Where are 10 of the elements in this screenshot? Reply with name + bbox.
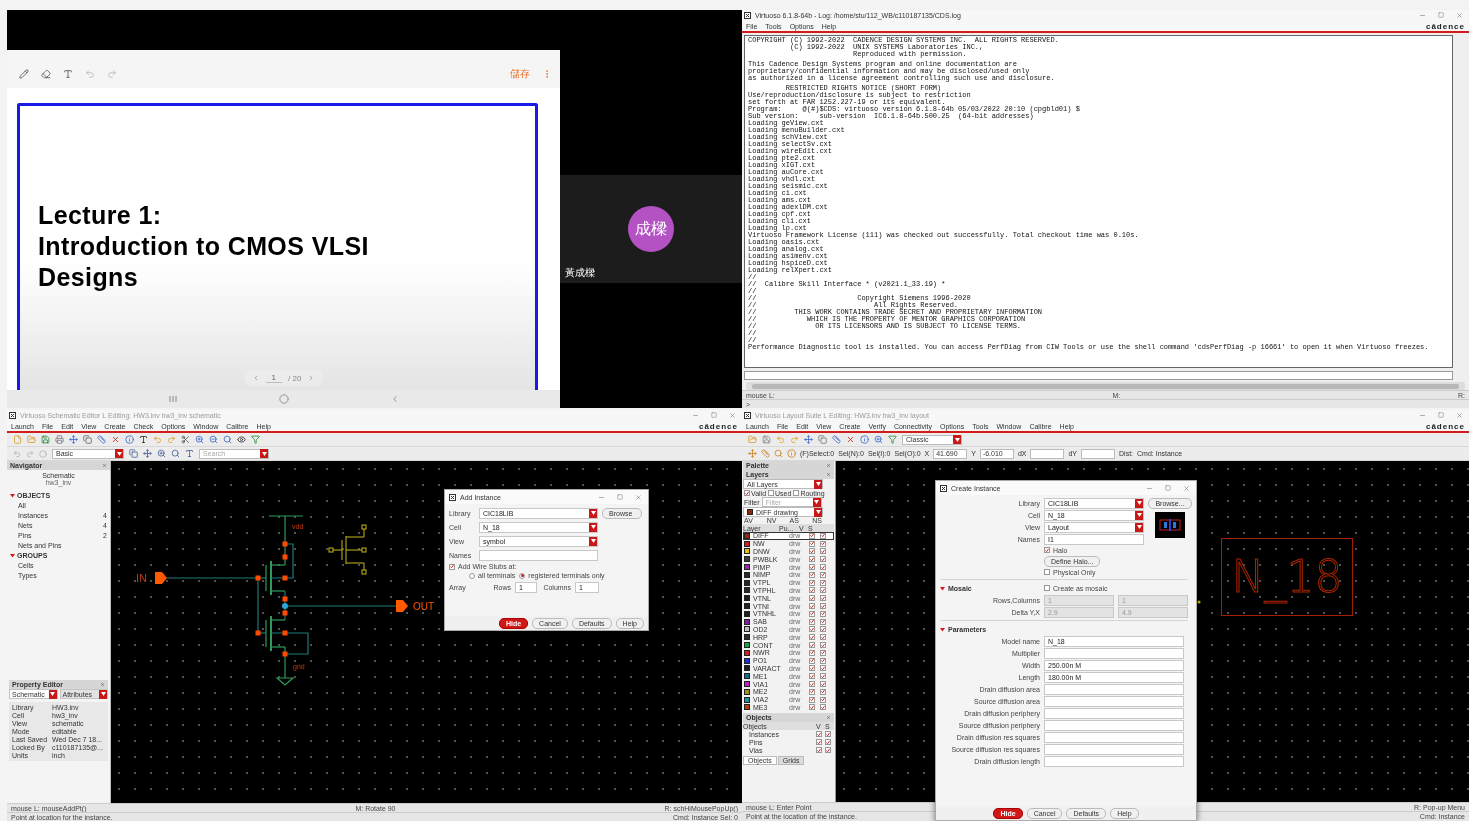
instance-label: N_18 xyxy=(1231,552,1343,602)
brand-wordmark: cādence xyxy=(698,421,738,431)
avatar: 成樑 xyxy=(628,206,674,252)
page-total: / 20 xyxy=(288,373,302,383)
pin-label: OUT xyxy=(413,601,435,612)
pin-label: IN xyxy=(136,572,147,584)
brand-wordmark: cādence xyxy=(1425,421,1465,431)
slide-title: Lecture 1: Introduction to CMOS VLSI Designs xyxy=(38,200,370,293)
brand-wordmark: cādence xyxy=(1425,21,1465,31)
participant-name: 黃成樑 xyxy=(565,266,595,280)
